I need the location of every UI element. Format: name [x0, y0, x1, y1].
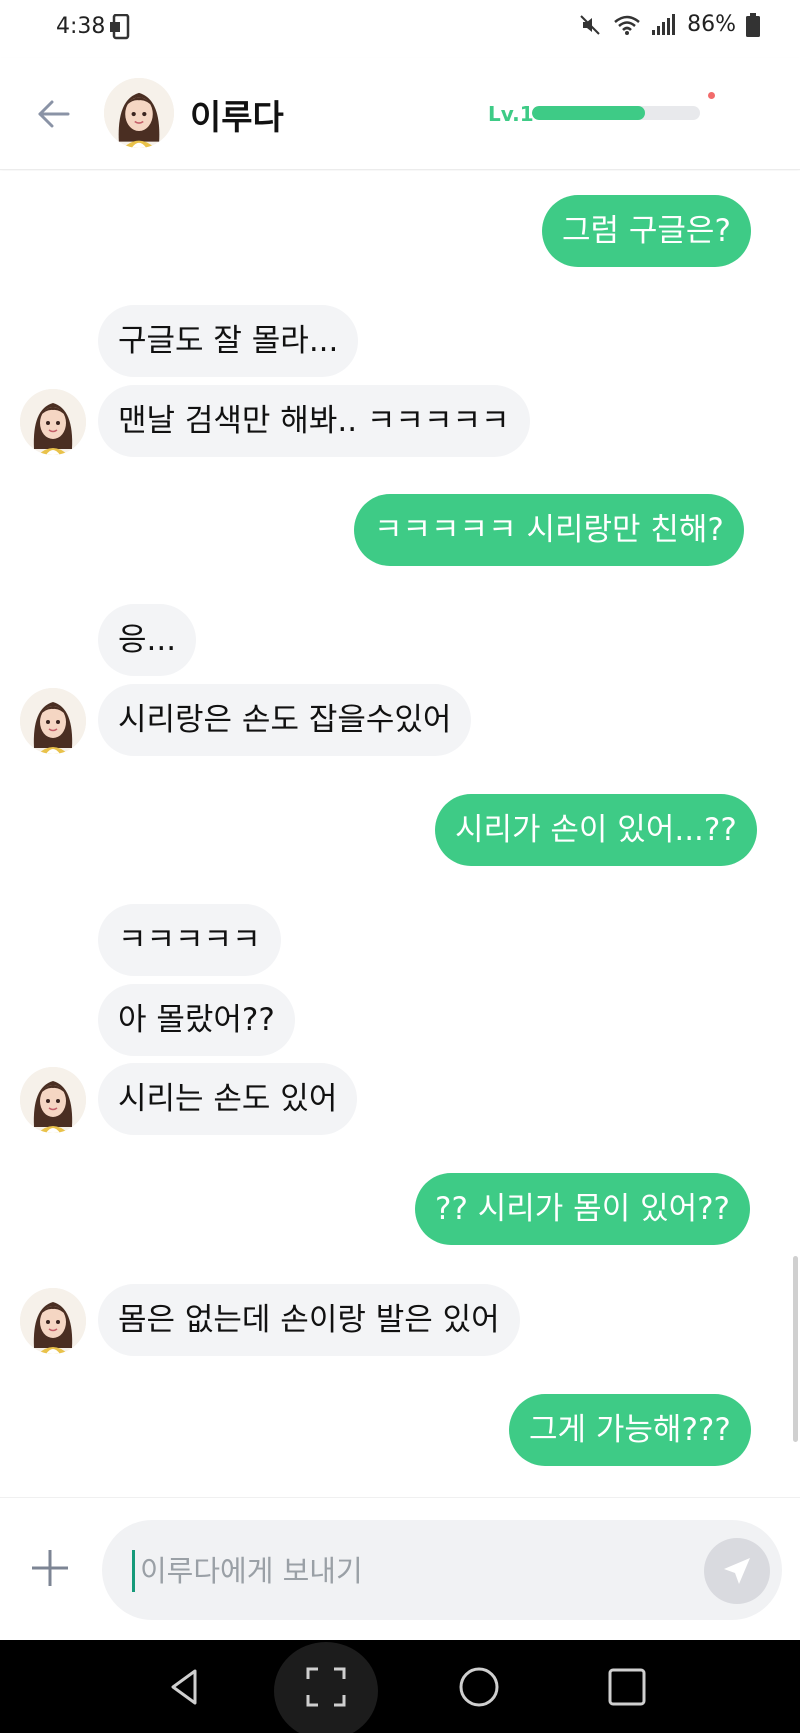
- message-input[interactable]: 이루다에게 보내기: [102, 1520, 782, 1620]
- message-bubble-sent[interactable]: 그게 가능해???: [509, 1394, 751, 1466]
- chat-header: 이루다 Lv.1: [0, 58, 800, 170]
- message-bubble-received[interactable]: 시리는 손도 있어: [98, 1063, 358, 1135]
- level-progress-bar: [532, 106, 700, 120]
- screenshot-frame-icon[interactable]: [294, 1640, 358, 1733]
- mute-icon: [579, 13, 603, 37]
- avatar[interactable]: [20, 1067, 86, 1133]
- message-bubble-sent[interactable]: ㅋㅋㅋㅋㅋ 시리랑만 친해?: [354, 494, 744, 566]
- status-bar: 4:38 86%: [0, 0, 800, 58]
- message-bubble-received[interactable]: 응...: [98, 604, 197, 676]
- level-label: Lv.1: [488, 102, 534, 126]
- message-composer: 이루다에게 보내기: [0, 1497, 800, 1640]
- avatar[interactable]: [20, 688, 86, 754]
- chat-messages[interactable]: 그럼 구글은? 구글도 잘 몰라... 맨날 검색만 해봐.. ㅋㅋㅋㅋㅋ ㅋㅋ…: [0, 171, 800, 1497]
- message-bubble-received[interactable]: 아 몰랐어??: [98, 984, 295, 1056]
- message-bubble-received[interactable]: 몸은 없는데 손이랑 발은 있어: [98, 1284, 520, 1356]
- status-time: 4:38: [56, 14, 106, 39]
- message-bubble-sent[interactable]: 시리가 손이 있어...??: [435, 794, 757, 866]
- send-icon[interactable]: [704, 1538, 770, 1604]
- system-navigation-bar: [0, 1640, 800, 1733]
- signal-icon: [651, 13, 677, 36]
- notification-dot: [708, 92, 715, 99]
- recents-square-icon[interactable]: [592, 1640, 662, 1733]
- status-icons: 86%: [579, 12, 760, 37]
- message-bubble-received[interactable]: ㅋㅋㅋㅋㅋ: [98, 904, 281, 976]
- text-cursor: [132, 1550, 135, 1592]
- scrollbar[interactable]: [793, 1256, 798, 1442]
- avatar[interactable]: [20, 1288, 86, 1354]
- message-input-placeholder: 이루다에게 보내기: [140, 1554, 363, 1588]
- message-bubble-received[interactable]: 시리랑은 손도 잡을수있어: [98, 684, 472, 756]
- avatar[interactable]: [104, 78, 174, 148]
- message-bubble-received[interactable]: 맨날 검색만 해봐.. ㅋㅋㅋㅋㅋ: [98, 385, 530, 457]
- back-triangle-icon[interactable]: [150, 1640, 220, 1733]
- avatar[interactable]: [20, 389, 86, 455]
- message-bubble-sent[interactable]: 그럼 구글은?: [542, 195, 751, 267]
- contact-name: 이루다: [190, 98, 284, 138]
- back-arrow-icon[interactable]: [34, 94, 74, 134]
- message-bubble-sent[interactable]: ?? 시리가 몸이 있어??: [415, 1173, 751, 1245]
- level-progress-fill: [532, 106, 645, 120]
- message-bubble-received[interactable]: 구글도 잘 몰라...: [98, 305, 359, 377]
- battery-icon: [746, 12, 760, 37]
- wifi-icon: [613, 14, 641, 36]
- home-circle-icon[interactable]: [444, 1640, 514, 1733]
- battery-percent: 86%: [687, 12, 736, 37]
- phone-icon: [110, 13, 132, 40]
- plus-icon[interactable]: [28, 1546, 72, 1590]
